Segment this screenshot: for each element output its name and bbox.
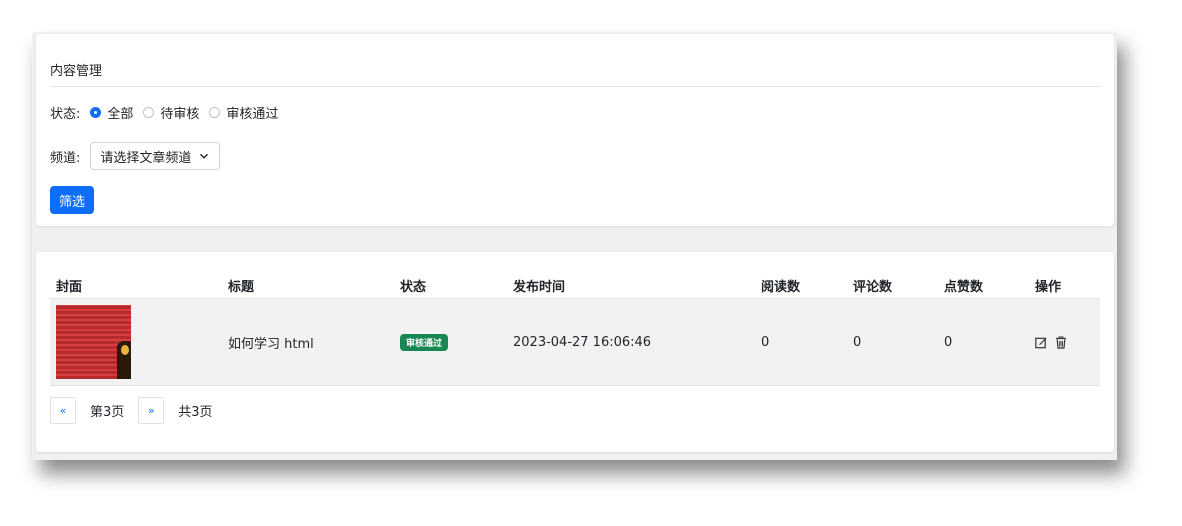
channel-label: 频道:: [50, 150, 81, 166]
read-count: 0: [761, 334, 770, 350]
like-count: 0: [944, 334, 953, 350]
table-header: 封面 标题 状态 发布时间 阅读数 评论数 点赞数 操作: [50, 272, 1100, 299]
header-cover: 封面: [56, 279, 83, 295]
publish-time: 2023-04-27 16:06:46: [513, 334, 652, 350]
cover-thumbnail: [56, 305, 131, 379]
chevron-down-icon: [200, 153, 209, 159]
filter-button[interactable]: 筛选: [50, 186, 95, 214]
header-publish-time: 发布时间: [513, 279, 566, 295]
divider: [50, 86, 1100, 87]
status-filter: 状态: 全部 待审核 审核通过: [50, 101, 288, 123]
current-page: 第3页: [90, 405, 125, 420]
channel-filter: 频道: 请选择文章频道: [50, 141, 221, 171]
radio-label: 审核通过: [226, 106, 279, 122]
edit-icon[interactable]: [1035, 336, 1047, 349]
status-radio-approved[interactable]: 审核通过: [209, 103, 278, 122]
status-label: 状态:: [50, 106, 81, 122]
status-badge: 审核通过: [400, 333, 449, 351]
header-status: 状态: [400, 279, 427, 295]
article-table: 封面 标题 状态 发布时间 阅读数 评论数 点赞数 操作 如何学习 html 审…: [50, 272, 1100, 386]
comment-count: 0: [853, 334, 862, 350]
filter-panel: 内容管理 状态: 全部 待审核 审核通过 频道: 请选择文章频道 筛选: [36, 34, 1114, 226]
radio-label: 待审核: [160, 106, 200, 122]
radio-label: 全部: [107, 106, 134, 122]
article-list-panel: 封面 标题 状态 发布时间 阅读数 评论数 点赞数 操作 如何学习 html 审…: [36, 252, 1114, 452]
trash-icon[interactable]: [1055, 335, 1067, 349]
article-title: 如何学习 html: [228, 336, 314, 352]
status-cell: 审核通过: [394, 333, 507, 351]
radio-unchecked-icon[interactable]: [209, 106, 221, 118]
header-comments: 评论数: [853, 279, 893, 295]
thumbnail-figure-face: [121, 345, 129, 355]
header-likes: 点赞数: [944, 279, 984, 295]
pagination: « 第3页 » 共3页: [50, 397, 213, 424]
channel-select-value: 请选择文章频道: [100, 150, 192, 166]
actions-cell: [1029, 335, 1100, 350]
next-page-button[interactable]: »: [138, 397, 165, 424]
radio-checked-icon[interactable]: [90, 106, 102, 118]
status-radio-all[interactable]: 全部: [90, 103, 133, 122]
app-window: 内容管理 状态: 全部 待审核 审核通过 频道: 请选择文章频道 筛选 封面 标…: [32, 32, 1117, 460]
table-row: 如何学习 html 审核通过 2023-04-27 16:06:46 0 0 0: [50, 299, 1100, 386]
radio-unchecked-icon[interactable]: [143, 106, 155, 118]
cover-cell: [50, 305, 222, 379]
total-pages: 共3页: [178, 405, 213, 420]
channel-select[interactable]: 请选择文章频道: [90, 142, 221, 170]
header-actions: 操作: [1035, 279, 1062, 295]
prev-page-button[interactable]: «: [50, 397, 76, 424]
status-radio-pending[interactable]: 待审核: [143, 103, 199, 122]
header-reads: 阅读数: [761, 279, 801, 295]
header-title: 标题: [228, 279, 255, 295]
panel-title: 内容管理: [50, 64, 103, 79]
